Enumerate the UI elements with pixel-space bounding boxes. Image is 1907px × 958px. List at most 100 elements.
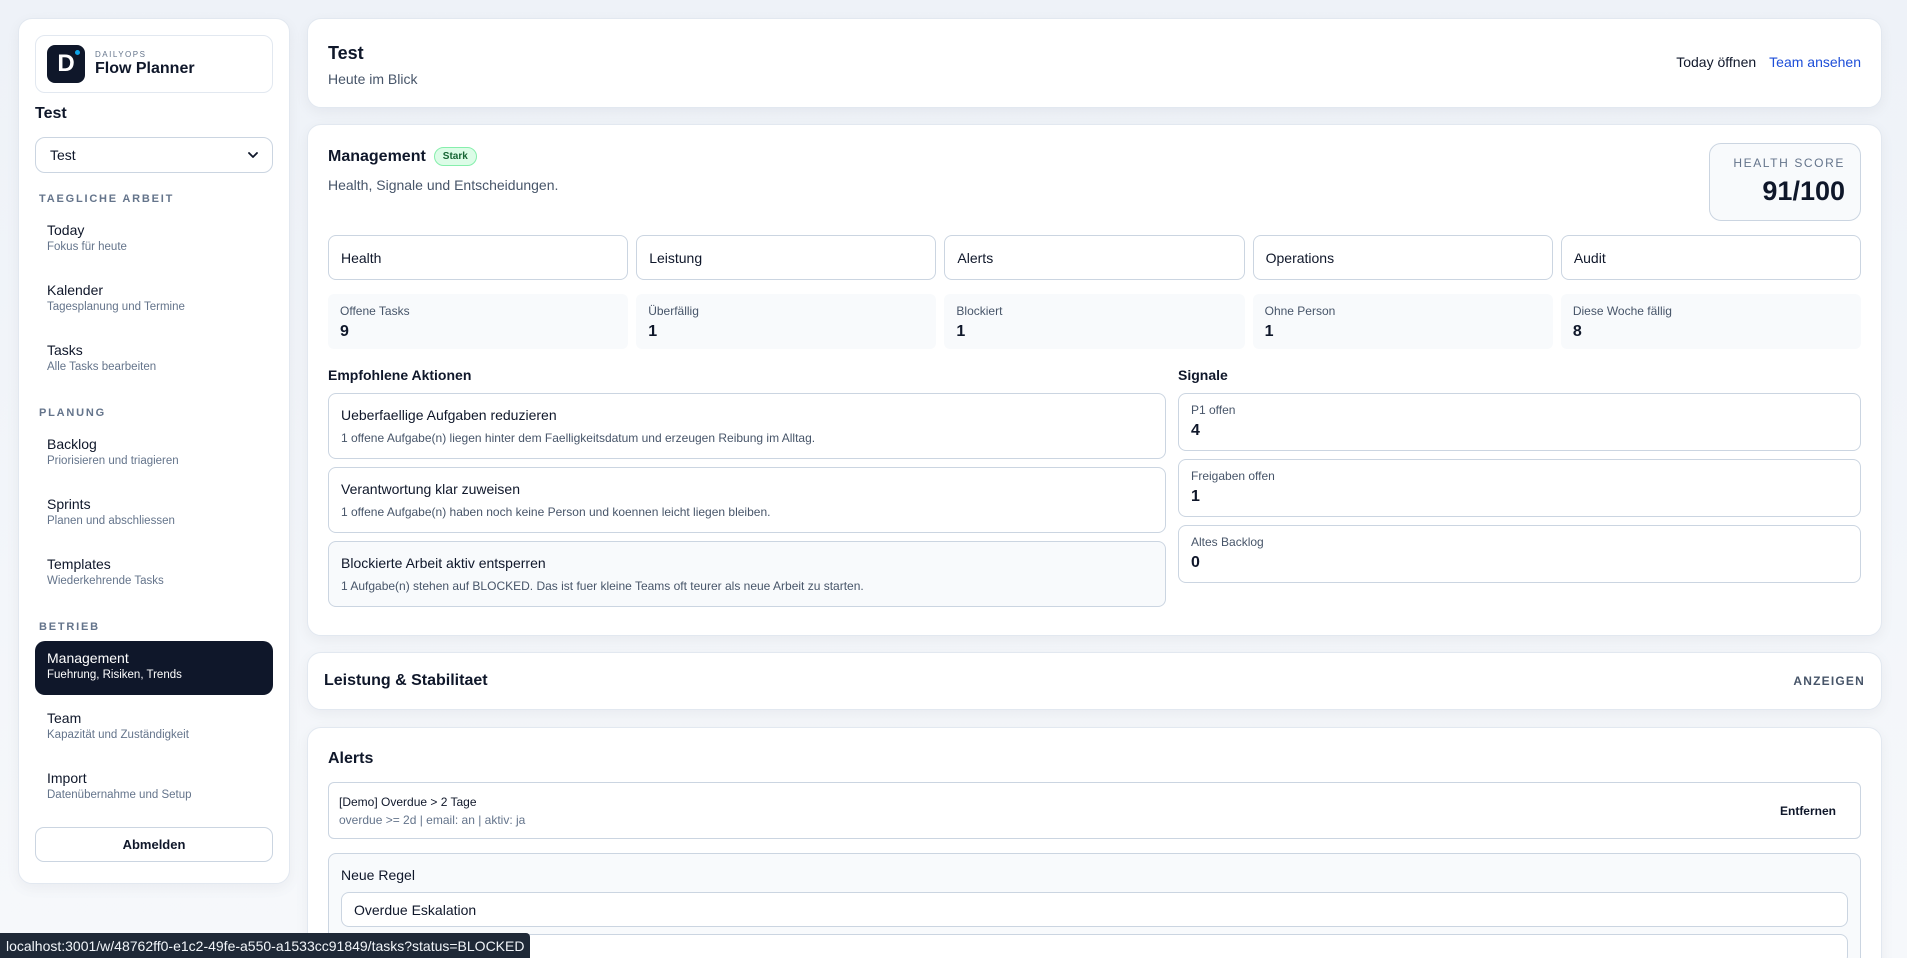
sidebar-item-label: Backlog xyxy=(47,436,97,452)
status-badge: Stark xyxy=(433,147,477,166)
action-desc: 1 Aufgabe(n) stehen auf BLOCKED. Das ist… xyxy=(341,579,864,593)
tab-audit[interactable]: Audit xyxy=(1560,235,1862,280)
tab-alerts[interactable]: Alerts xyxy=(944,235,1245,280)
sidebar-item-sprints[interactable]: Sprints Planen und abschliessen xyxy=(35,487,273,541)
sidebar-item-sub: Kapazität und Zuständigkeit xyxy=(47,729,189,741)
sidebar-item-label: Sprints xyxy=(47,496,91,512)
sidebar-item-label: Import xyxy=(47,770,87,786)
sidebar-item-label: Templates xyxy=(47,556,111,572)
tab-health[interactable]: Health xyxy=(328,235,629,280)
sidebar-item-kalender[interactable]: Kalender Tagesplanung und Termine xyxy=(35,273,273,327)
workspace-title: Test xyxy=(35,105,67,122)
action-card[interactable]: Ueberfaellige Aufgaben reduzieren 1 offe… xyxy=(328,393,1166,459)
recommended-actions-title: Empfohlene Aktionen xyxy=(328,367,472,383)
alerts-title: Alerts xyxy=(328,750,374,767)
action-title: Blockierte Arbeit aktiv entsperren xyxy=(341,555,546,571)
new-rule-form: Neue Regel Overdue Eskalation xyxy=(328,853,1861,958)
sidebar-item-backlog[interactable]: Backlog Priorisieren und triagieren xyxy=(35,427,273,481)
stat-tile: Ohne Person 1 xyxy=(1252,294,1553,349)
health-score-box: HEALTH SCORE 91/100 xyxy=(1709,143,1861,221)
signal-label: Freigaben offen xyxy=(1191,469,1275,483)
sidebar-item-import[interactable]: Import Datenübernahme und Setup xyxy=(35,761,273,815)
logo-dot-icon xyxy=(74,49,81,56)
page-title: Test xyxy=(328,43,364,63)
signal-value: 1 xyxy=(1191,488,1200,505)
sidebar: D DAILYOPS Flow Planner Test Test TAEGLI… xyxy=(18,18,290,884)
sidebar-item-tasks[interactable]: Tasks Alle Tasks bearbeiten xyxy=(35,333,273,387)
open-today-link[interactable]: Today öffnen xyxy=(1676,54,1756,70)
action-title: Verantwortung klar zuweisen xyxy=(341,481,520,497)
stat-value: 1 xyxy=(648,323,658,340)
browser-status-url: localhost:3001/w/48762ff0-e1c2-49fe-a550… xyxy=(0,933,531,958)
alert-rule-name: [Demo] Overdue > 2 Tage xyxy=(339,794,477,809)
tab-operations[interactable]: Operations xyxy=(1252,235,1553,280)
show-performance-button[interactable]: ANZEIGEN xyxy=(1793,674,1865,688)
stat-value: 1 xyxy=(1264,323,1274,340)
sidebar-item-label: Management xyxy=(47,650,129,666)
workspace-select-value: Test xyxy=(50,147,76,163)
management-card: Management Stark Health, Signale und Ent… xyxy=(307,124,1882,636)
performance-section: Leistung & Stabilitaet ANZEIGEN xyxy=(307,652,1882,710)
sidebar-item-label: Team xyxy=(47,710,82,726)
logo-letter: D xyxy=(57,50,75,77)
sidebar-item-sub: Fokus für heute xyxy=(47,241,127,253)
signal-value: 0 xyxy=(1191,554,1200,571)
sidebar-item-sub: Wiederkehrende Tasks xyxy=(47,575,164,587)
sidebar-item-team[interactable]: Team Kapazität und Zuständigkeit xyxy=(35,701,273,755)
page-header: Test Heute im Blick Today öffnen Team an… xyxy=(307,18,1882,108)
workspace-select[interactable]: Test xyxy=(35,137,273,173)
sidebar-item-today[interactable]: Today Fokus für heute xyxy=(35,213,273,267)
sidebar-item-sub: Tagesplanung und Termine xyxy=(47,301,185,313)
rule-name-input[interactable]: Overdue Eskalation xyxy=(341,892,1848,927)
signals: Signale P1 offen 4 Freigaben offen 1 Alt… xyxy=(1178,367,1861,615)
logout-button[interactable]: Abmelden xyxy=(35,827,273,862)
rule-condition-input[interactable] xyxy=(341,934,1848,958)
signals-title: Signale xyxy=(1178,367,1228,383)
stat-value: 8 xyxy=(1572,323,1582,340)
nav-section-planung: PLANUNG xyxy=(39,407,106,419)
action-card[interactable]: Blockierte Arbeit aktiv entsperren 1 Auf… xyxy=(328,541,1166,607)
action-card[interactable]: Verantwortung klar zuweisen 1 offene Auf… xyxy=(328,467,1166,533)
management-title: Management xyxy=(328,147,426,165)
view-team-link[interactable]: Team ansehen xyxy=(1769,54,1861,70)
sidebar-item-label: Tasks xyxy=(47,342,83,358)
management-subtitle: Health, Signale und Entscheidungen. xyxy=(328,177,559,193)
health-score-value: 91/100 xyxy=(1762,176,1845,206)
signal-value: 4 xyxy=(1191,422,1200,439)
app-logo: D xyxy=(47,45,85,83)
performance-title: Leistung & Stabilitaet xyxy=(324,672,488,689)
stat-label: Diese Woche fällig xyxy=(1572,304,1672,318)
sidebar-item-label: Kalender xyxy=(47,282,104,298)
brand[interactable]: D DAILYOPS Flow Planner xyxy=(35,35,273,93)
sidebar-item-label: Today xyxy=(47,222,85,238)
stat-label: Ohne Person xyxy=(1264,304,1336,318)
action-desc: 1 offene Aufgabe(n) haben noch keine Per… xyxy=(341,505,771,519)
chevron-down-icon xyxy=(248,152,258,158)
stat-label: Überfällig xyxy=(648,304,699,318)
stat-label: Blockiert xyxy=(956,304,1003,318)
tab-leistung[interactable]: Leistung xyxy=(636,235,937,280)
alerts-card: Alerts [Demo] Overdue > 2 Tage overdue >… xyxy=(307,727,1882,958)
signal-card: P1 offen 4 xyxy=(1178,393,1861,451)
action-desc: 1 offene Aufgabe(n) liegen hinter dem Fa… xyxy=(341,431,816,445)
signal-card: Freigaben offen 1 xyxy=(1178,459,1861,517)
signal-card: Altes Backlog 0 xyxy=(1178,525,1861,583)
sidebar-item-sub: Alle Tasks bearbeiten xyxy=(47,361,157,373)
signal-label: Altes Backlog xyxy=(1191,535,1264,549)
alert-rule-row: [Demo] Overdue > 2 Tage overdue >= 2d | … xyxy=(328,782,1861,839)
stat-tile: Offene Tasks 9 xyxy=(328,294,629,349)
page-subtitle: Heute im Blick xyxy=(328,71,418,87)
sidebar-item-management[interactable]: Management Fuehrung, Risiken, Trends xyxy=(35,641,273,695)
stat-tile: Blockiert 1 xyxy=(944,294,1245,349)
management-tabs: Health Leistung Alerts Operations Audit xyxy=(328,235,1862,280)
sidebar-item-templates[interactable]: Templates Wiederkehrende Tasks xyxy=(35,547,273,601)
stats-row: Offene Tasks 9 Überfällig 1 Blockiert 1 … xyxy=(328,294,1862,349)
stat-value: 9 xyxy=(340,323,349,340)
brand-kicker: DAILYOPS xyxy=(95,50,147,59)
nav-section-betrieb: BETRIEB xyxy=(39,621,100,633)
remove-rule-button[interactable]: Entfernen xyxy=(1766,804,1850,818)
recommended-actions: Empfohlene Aktionen Ueberfaellige Aufgab… xyxy=(328,367,1166,615)
sidebar-item-sub: Fuehrung, Risiken, Trends xyxy=(47,669,182,681)
stat-value: 1 xyxy=(956,323,966,340)
sidebar-item-sub: Planen und abschliessen xyxy=(47,515,175,527)
